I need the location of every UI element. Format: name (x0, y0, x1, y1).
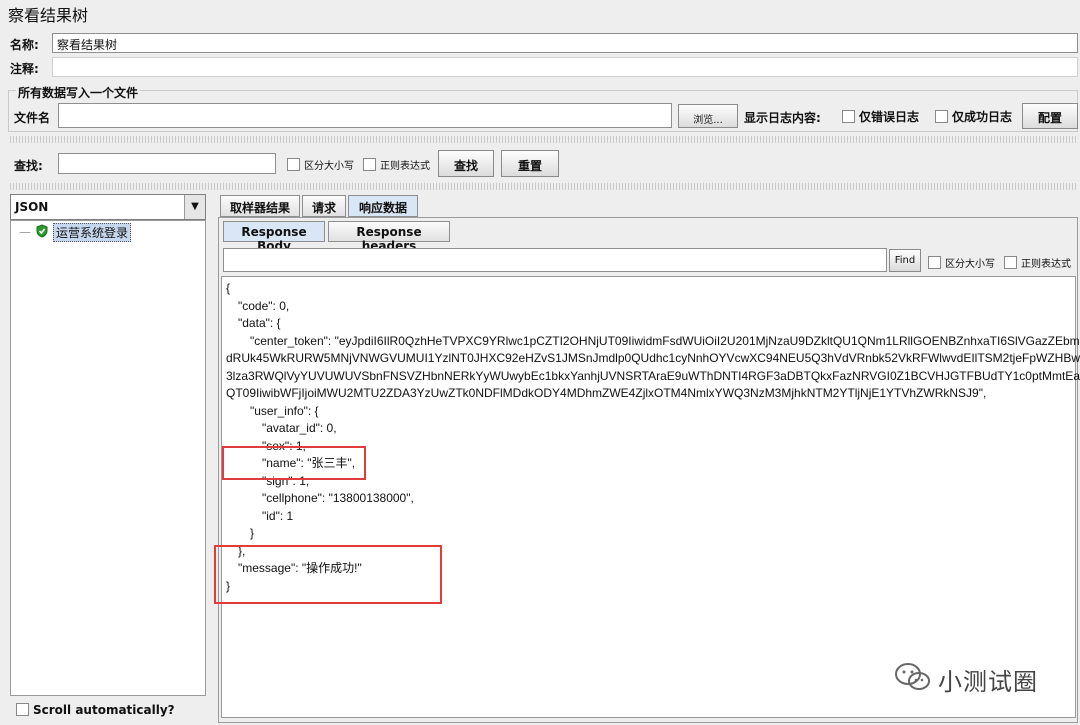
name-field[interactable]: 察看结果树 (52, 33, 1078, 53)
response-case-option[interactable]: 区分大小写 (928, 255, 995, 270)
search-regex-option[interactable]: 正则表达式 (363, 157, 430, 172)
response-case-label: 区分大小写 (945, 259, 995, 270)
renderer-value: JSON (15, 200, 49, 214)
errors-only-checkbox[interactable] (842, 110, 855, 123)
response-json: { "code": 0, "data": { "center_token": "… (224, 280, 1080, 710)
reset-button[interactable]: 重置 (501, 150, 559, 177)
json-line: "id": 1 (262, 508, 294, 523)
browse-button[interactable]: 浏览... (678, 104, 738, 128)
renderer-select[interactable]: JSON ▼ (10, 194, 206, 220)
filename-label: 文件名 (14, 111, 51, 125)
window-title: 察看结果树 (8, 6, 89, 25)
json-line: } (250, 526, 255, 540)
errors-only-option[interactable]: 仅错误日志 (842, 108, 919, 125)
search-case-checkbox[interactable] (287, 158, 300, 171)
config-button[interactable]: 配置 (1022, 103, 1078, 129)
json-line: "user_info": { (250, 403, 319, 418)
json-line: "cellphone": "13800138000", (262, 491, 414, 505)
log-display-label: 显示日志内容: (744, 111, 821, 125)
subtab-response-headers[interactable]: Response headers (328, 221, 450, 253)
response-regex-option[interactable]: 正则表达式 (1004, 255, 1071, 270)
response-regex-label: 正则表达式 (1021, 259, 1071, 270)
name-label: 名称: (10, 38, 39, 52)
search-regex-checkbox[interactable] (363, 158, 376, 171)
response-find-button[interactable]: Find (889, 249, 921, 272)
json-line: "center_token": "eyJpdiI6IlR0QzhHeTVPXC9… (250, 333, 1080, 348)
filename-input[interactable] (58, 103, 672, 128)
json-line: dRUk45WkRURW5MNjVNWGVUMUI1YzlNT0JHXC92eH… (226, 351, 1080, 365)
response-case-checkbox[interactable] (928, 256, 941, 269)
result-tree: — 运营系统登录 (10, 220, 206, 696)
tab-response-data[interactable]: 响应数据 (348, 195, 418, 217)
subtab-response-body[interactable]: Response Body (223, 221, 325, 253)
file-group-title: 所有数据写入一个文件 (16, 84, 141, 101)
splitter-middle[interactable] (10, 183, 1078, 190)
tree-item-login[interactable]: 运营系统登录 (53, 223, 132, 242)
search-input[interactable] (58, 153, 276, 174)
tab-sampler-result[interactable]: 取样器结果 (220, 195, 300, 217)
json-line: "avatar_id": 0, (262, 421, 337, 435)
search-label: 查找: (14, 159, 43, 173)
response-find-input[interactable] (223, 248, 887, 272)
wechat-logo-icon (893, 660, 933, 694)
success-only-option[interactable]: 仅成功日志 (935, 108, 1012, 125)
search-case-label: 区分大小写 (304, 161, 354, 172)
json-line: "data": { (238, 316, 281, 330)
success-shield-icon (35, 224, 49, 241)
json-line: "code": 0, (238, 298, 290, 313)
chevron-down-icon[interactable]: ▼ (184, 195, 205, 219)
success-only-checkbox[interactable] (935, 110, 948, 123)
search-regex-label: 正则表达式 (380, 161, 430, 172)
comment-field[interactable] (52, 57, 1078, 77)
json-line: QT09IiwibWFjIjoiMWU2MTU2ZDA3YzUwZTk0NDFl… (226, 386, 987, 400)
success-only-label: 仅成功日志 (952, 110, 1013, 124)
tree-line-icon: — (19, 225, 31, 239)
scroll-auto-label: Scroll automatically? (33, 703, 175, 717)
search-case-option[interactable]: 区分大小写 (287, 157, 354, 172)
splitter-top[interactable] (10, 136, 1078, 143)
annotation-box-name (222, 446, 366, 480)
tab-request[interactable]: 请求 (302, 195, 346, 217)
response-regex-checkbox[interactable] (1004, 256, 1017, 269)
annotation-box-message (214, 545, 442, 604)
errors-only-label: 仅错误日志 (859, 110, 920, 124)
scroll-auto-checkbox[interactable] (16, 703, 29, 716)
comment-label: 注释: (10, 62, 39, 76)
scroll-auto-option[interactable]: Scroll automatically? (16, 703, 175, 717)
json-line: 3lza3RWQlVyYUVUWUVSbnFNSVZHbnNERkYyWUwyb… (226, 368, 1080, 383)
json-line: { (226, 281, 231, 295)
watermark-text: 小测试圈 (938, 668, 1038, 696)
find-button[interactable]: 查找 (438, 150, 494, 177)
